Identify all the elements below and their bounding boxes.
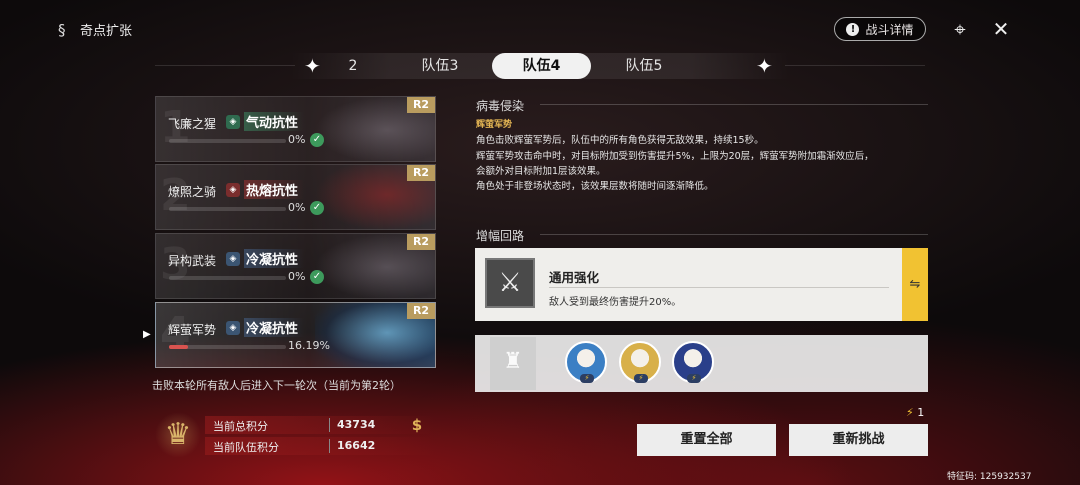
team-member-avatar-1[interactable]: ⚡ (565, 341, 607, 383)
battle-detail-label: 战斗详情 (865, 22, 914, 37)
tab-prev-arrow-icon[interactable]: ✦ (304, 54, 321, 78)
team-member-avatar-2[interactable]: ⚡ (619, 341, 661, 383)
check-icon: ✓ (310, 201, 324, 215)
progress-percent: 0% (288, 270, 306, 283)
tab-team-5[interactable]: 队伍5 (614, 53, 674, 79)
tabs-deco-left (155, 65, 295, 66)
team-card[interactable]: ♜ ⚡ ⚡ ⚡ (475, 335, 928, 392)
page-title: 奇点扩张 (80, 24, 133, 39)
team-emblem-icon: ♜ (490, 337, 536, 390)
progress-percent: 0% (288, 201, 306, 214)
top-bar: § 奇点扩张 ! 战斗详情 ⌖ ✕ (0, 0, 1080, 50)
enemy-card-2[interactable]: 2 燎照之骑 ◈ 热熔抗性 R2 0% ✓ (155, 164, 436, 230)
resistance-tag: ◈ 冷凝抗性 (226, 318, 305, 337)
selected-indicator-icon: ▶ (143, 329, 151, 340)
retry-button[interactable]: 重新挑战 (789, 424, 928, 456)
s-coin-icon: $ (411, 416, 423, 434)
progress-track (169, 276, 286, 280)
buff-desc-line: 辉萤军势攻击命中时，对目标附加受到伤害提升5%，上限为20层，辉萤军势附加霜渐效… (476, 151, 874, 162)
buff-name: 辉萤军势 (476, 120, 513, 130)
energy-counter: ⚡ 1 (906, 406, 924, 419)
divider (549, 287, 889, 288)
resistance-tag: ◈ 热熔抗性 (226, 180, 305, 199)
amplify-desc: 敌人受到最终伤害提升20%。 (549, 297, 682, 308)
swap-button[interactable]: ⇋ (902, 248, 928, 321)
progress-track (169, 139, 286, 143)
close-icon[interactable]: ✕ (989, 17, 1013, 41)
info-icon: ! (846, 22, 860, 36)
round-note: 击败本轮所有敌人后进入下一轮次（当前为第2轮） (152, 379, 401, 392)
rank-badge: R2 (407, 303, 435, 319)
progress-track (169, 207, 286, 211)
amplify-card[interactable]: ⚔ 通用强化 敌人受到最终伤害提升20%。 ⇋ (475, 248, 928, 321)
buff-desc-line: 角色击败辉萤军势后，队伍中的所有角色获得无敌效果，持续15秒。 (476, 135, 764, 146)
total-score-value: 43734 (337, 418, 376, 431)
rank-badge: R2 (407, 165, 435, 181)
wind-icon: ◈ (226, 114, 240, 129)
enemy-card-4[interactable]: 4 辉萤军势 ◈ 冷凝抗性 R2 16.19% (155, 302, 436, 368)
progress-track (169, 345, 286, 349)
tab-team-4[interactable]: 队伍4 (492, 53, 591, 79)
uid-text: 特征码: 125932537 (947, 472, 1032, 482)
s-curve-icon: § (58, 20, 66, 39)
team-score-label: 当前队伍积分 (213, 441, 279, 454)
tabs-deco-right (785, 65, 925, 66)
crosshair-icon[interactable]: ⌖ (948, 17, 972, 41)
progress-percent: 0% (288, 133, 306, 146)
frost-icon: ◈ (226, 320, 240, 335)
tab-next-arrow-icon[interactable]: ✦ (756, 54, 773, 78)
divider (540, 234, 928, 235)
check-icon: ✓ (310, 133, 324, 147)
resistance-label: 热熔抗性 (244, 180, 305, 199)
fire-icon: ◈ (226, 182, 240, 197)
bolt-icon: ⚡ (906, 406, 914, 419)
team-member-avatar-3[interactable]: ⚡ (672, 341, 714, 383)
check-icon: ✓ (310, 270, 324, 284)
progress-fill (169, 345, 188, 349)
progress-percent: 16.19% (288, 339, 330, 352)
energy-badge-icon: ⚡ (687, 374, 701, 383)
energy-badge-icon: ⚡ (634, 374, 648, 383)
total-score-label: 当前总积分 (213, 420, 268, 433)
buff-desc-line: 会额外对目标附加1层该效果。 (476, 166, 606, 177)
divider (329, 418, 330, 432)
trophy-icon: ♛ (155, 412, 201, 458)
enemy-name: 燎照之骑 (168, 185, 217, 199)
page-title-wrap: § 奇点扩张 (58, 20, 133, 40)
virus-section-title: 病毒侵染 (476, 99, 525, 113)
energy-badge-icon: ⚡ (580, 374, 594, 383)
energy-value: 1 (917, 406, 925, 419)
divider (329, 439, 330, 453)
battle-detail-button[interactable]: ! 战斗详情 (834, 17, 926, 41)
buff-desc-line: 角色处于非登场状态时，该效果层数将随时间逐渐降低。 (476, 181, 714, 192)
resistance-label: 气动抗性 (244, 112, 305, 131)
amplify-section-title: 增幅回路 (476, 229, 525, 243)
rank-badge: R2 (407, 234, 435, 250)
amplify-title: 通用强化 (549, 270, 600, 285)
enemy-card-1[interactable]: 1 飞廉之猩 ◈ 气动抗性 R2 0% ✓ (155, 96, 436, 162)
enemy-card-3[interactable]: 3 异构武装 ◈ 冷凝抗性 R2 0% ✓ (155, 233, 436, 299)
divider (540, 104, 928, 105)
team-score-value: 16642 (337, 439, 376, 452)
tab-team-2[interactable]: 2 (338, 53, 368, 79)
reset-all-button[interactable]: 重置全部 (637, 424, 776, 456)
resistance-label: 冷凝抗性 (244, 318, 305, 337)
total-score-row: 当前总积分 43734 (205, 416, 435, 434)
enemy-name: 异构武装 (168, 254, 217, 268)
resistance-tag: ◈ 气动抗性 (226, 112, 305, 131)
crossed-swords-icon: ⚔ (485, 258, 535, 308)
resistance-label: 冷凝抗性 (244, 249, 305, 268)
frost-icon: ◈ (226, 251, 240, 266)
team-score-row: 当前队伍积分 16642 (205, 437, 435, 455)
tab-team-3[interactable]: 队伍3 (410, 53, 470, 79)
resistance-tag: ◈ 冷凝抗性 (226, 249, 305, 268)
enemy-name: 飞廉之猩 (168, 117, 217, 131)
enemy-name: 辉萤军势 (168, 323, 217, 337)
rank-badge: R2 (407, 97, 435, 113)
